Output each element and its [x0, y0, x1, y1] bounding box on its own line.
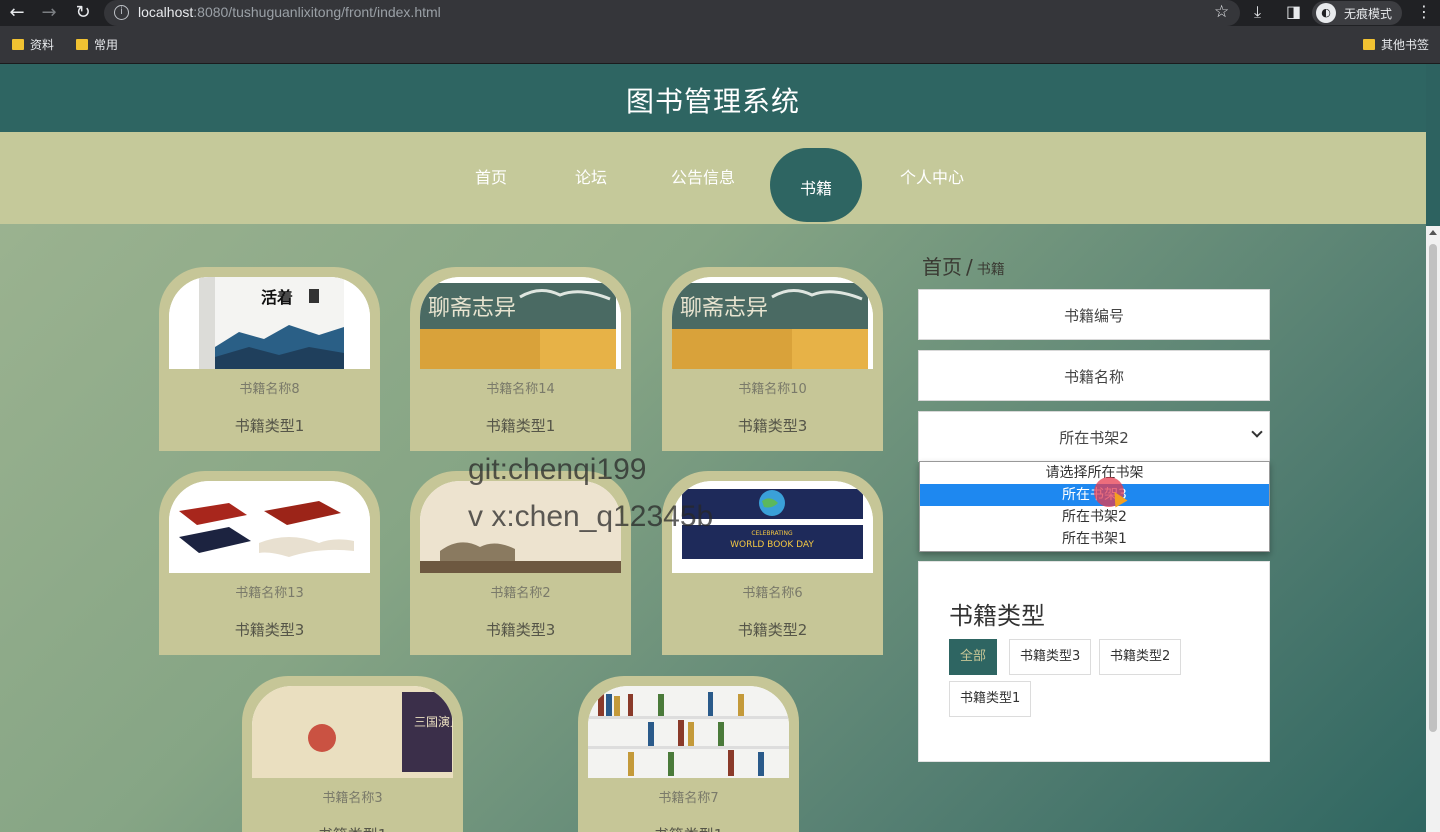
book-cover: 聊斋志异: [420, 277, 621, 369]
book-name: 书籍名称10: [738, 382, 807, 397]
menu-icon[interactable]: ⋮: [1416, 2, 1432, 21]
shelf-option[interactable]: 所在书架1: [920, 528, 1269, 550]
shelf-dropdown: 请选择所在书架 所在书架3 所在书架2 所在书架1: [919, 461, 1270, 552]
page: 图书管理系统 首页 论坛 公告信息 书籍 个人中心 活着 书籍名称8 书籍类型1: [0, 64, 1426, 832]
page-scrollbar[interactable]: [1426, 226, 1440, 832]
book-type: 书籍类型2: [737, 621, 808, 639]
site-header: 图书管理系统: [0, 64, 1426, 132]
book-name: 书籍名称6: [742, 586, 803, 601]
book-card[interactable]: 书籍名称2 书籍类型3: [410, 471, 631, 655]
book-type: 书籍类型1: [485, 417, 556, 435]
breadcrumb-home[interactable]: 首页: [922, 255, 962, 279]
svg-text:三国演义: 三国演义: [414, 714, 453, 729]
shelf-select[interactable]: 所在书架2: [918, 411, 1270, 462]
scroll-up-icon[interactable]: [1429, 230, 1437, 235]
nav-books[interactable]: 书籍: [770, 148, 862, 222]
type-tag[interactable]: 书籍类型1: [949, 681, 1032, 717]
type-tag[interactable]: 书籍类型3: [1009, 639, 1092, 675]
book-card[interactable]: 聊斋志异 书籍名称10 书籍类型3: [662, 267, 883, 451]
other-bookmarks[interactable]: 其他书签: [1363, 36, 1429, 53]
nav-home[interactable]: 首页: [475, 164, 507, 188]
book-type: 书籍类型1: [242, 824, 463, 832]
bookmark-folder-0[interactable]: 资料: [12, 36, 54, 53]
book-name: 书籍名称2: [490, 586, 551, 601]
book-name: 书籍名称8: [239, 382, 300, 397]
book-type: 书籍类型3: [485, 621, 556, 639]
folder-icon: [12, 39, 24, 50]
svg-text:WORLD BOOK DAY: WORLD BOOK DAY: [730, 540, 814, 550]
folder-icon: [76, 39, 88, 50]
download-icon[interactable]: ⤓: [1254, 2, 1261, 22]
book-cover: [588, 686, 789, 778]
book-type: 书籍类型1: [578, 824, 799, 832]
type-tag[interactable]: 书籍类型2: [1099, 639, 1182, 675]
address-bar[interactable]: i localhost:8080/tushuguanlixitong/front…: [104, 0, 1240, 26]
incognito-icon: ◐: [1316, 3, 1336, 23]
book-type: 书籍类型3: [234, 621, 305, 639]
book-name: 书籍名称14: [486, 382, 555, 397]
book-card[interactable]: 书籍名称13 书籍类型3: [159, 471, 380, 655]
type-filter-title: 书籍类型: [949, 602, 1045, 630]
type-tag-all[interactable]: 全部: [949, 639, 998, 675]
main-nav: 首页 论坛 公告信息 书籍 个人中心: [0, 132, 1426, 224]
book-type: 书籍类型1: [234, 417, 305, 435]
watermark-line-2: v x:chen_q12345b: [468, 500, 714, 533]
book-cover: 三国演义: [252, 686, 453, 778]
svg-text:活着: 活着: [261, 288, 293, 307]
book-card[interactable]: 聊斋志异 书籍名称14 书籍类型1: [410, 267, 631, 451]
svg-text:CELEBRATING: CELEBRATING: [751, 530, 793, 537]
url-text[interactable]: localhost:8080/tushuguanlixitong/front/i…: [138, 4, 441, 20]
reload-icon[interactable]: ↻: [72, 2, 94, 24]
watermark-line-1: git:chenqi199: [468, 453, 647, 486]
site-title: 图书管理系统: [625, 85, 800, 118]
breadcrumb-current: 书籍: [976, 262, 1005, 278]
nav-notice[interactable]: 公告信息: [671, 164, 735, 188]
book-name: 书籍名称7: [658, 791, 719, 806]
shelf-option[interactable]: 请选择所在书架: [920, 462, 1269, 484]
book-card[interactable]: 书籍名称7 书籍类型1: [578, 676, 799, 832]
svg-text:聊斋志异: 聊斋志异: [680, 296, 768, 321]
back-icon[interactable]: ←: [6, 2, 28, 24]
nav-profile[interactable]: 个人中心: [900, 164, 964, 188]
book-number-field[interactable]: 书籍编号: [918, 289, 1270, 340]
book-card[interactable]: 活着 书籍名称8 书籍类型1: [159, 267, 380, 451]
bookmark-folder-1[interactable]: 常用: [76, 36, 118, 53]
svg-text:聊斋志异: 聊斋志异: [428, 296, 516, 321]
book-cover: 活着: [169, 277, 370, 369]
site-info-icon[interactable]: i: [114, 5, 129, 20]
book-type-filter: 书籍类型 全部 书籍类型3 书籍类型2 书籍类型1: [918, 561, 1270, 762]
browser-toolbar: ← → ↻ i localhost:8080/tushuguanlixitong…: [0, 0, 1440, 26]
bookmark-star-icon[interactable]: ☆: [1214, 2, 1229, 22]
side-panel-icon[interactable]: ◨: [1286, 2, 1301, 21]
book-type: 书籍类型3: [737, 417, 808, 435]
breadcrumb: 首页 / 书籍: [922, 255, 1005, 279]
book-card[interactable]: CELEBRATING WORLD BOOK DAY 书籍名称6 书籍类型2: [662, 471, 883, 655]
book-name: 书籍名称3: [322, 791, 383, 806]
book-cover: [169, 481, 370, 573]
forward-icon[interactable]: →: [38, 2, 60, 24]
book-name-field[interactable]: 书籍名称: [918, 350, 1270, 401]
bookmarks-bar: [0, 26, 1440, 64]
scrollbar-thumb[interactable]: [1429, 244, 1437, 732]
book-card[interactable]: 三国演义 书籍名称3 书籍类型1: [242, 676, 463, 832]
nav-forum[interactable]: 论坛: [575, 164, 607, 188]
book-name: 书籍名称13: [235, 586, 304, 601]
incognito-indicator[interactable]: ◐ 无痕模式: [1312, 1, 1402, 25]
book-cover: 聊斋志异: [672, 277, 873, 369]
folder-icon: [1363, 39, 1375, 50]
shelf-option[interactable]: 所在书架2: [920, 506, 1269, 528]
